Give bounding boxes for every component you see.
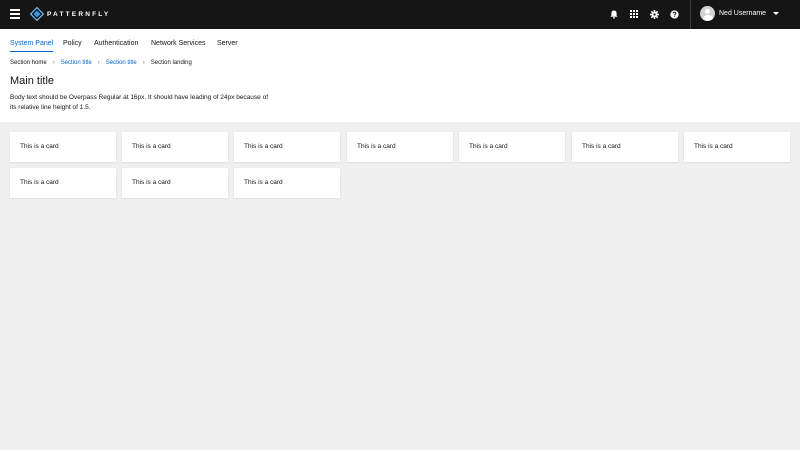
page-title: Main title [10,75,55,87]
caret-down-icon [773,12,780,15]
masthead: PATTERNFLY Ned Username [0,0,800,29]
card[interactable]: This is a card [10,132,116,162]
card-label: This is a card [20,143,59,150]
nav-item-server[interactable]: Server [217,29,238,53]
card-label: This is a card [582,143,621,150]
page-description: Body text should be Overpass Regular at … [10,94,269,111]
card-label: This is a card [244,143,283,150]
card-label: This is a card [20,179,59,186]
user-name: Ned Username [719,10,767,17]
patternfly-logo-icon [30,7,44,21]
card[interactable]: This is a card [459,132,565,162]
nav-item-network-services[interactable]: Network Services [151,29,205,53]
card[interactable]: This is a card [234,168,340,198]
nav-item-policy[interactable]: Policy [63,29,82,53]
breadcrumb-item-section-title-2[interactable]: Section title [106,60,137,66]
breadcrumb-chevron-icon: › [97,60,100,66]
card-label: This is a card [132,143,171,150]
card[interactable]: This is a card [572,132,678,162]
card[interactable]: This is a card [10,168,116,198]
card[interactable]: This is a card [122,168,228,198]
nav-item-system-panel[interactable]: System Panel [10,29,54,53]
horizontal-nav: System Panel Policy Authentication Netwo… [0,29,800,53]
card[interactable]: This is a card [347,132,453,162]
breadcrumb-item-home[interactable]: Section home [10,60,47,66]
card[interactable]: This is a card [234,132,340,162]
user-dropdown[interactable]: Ned Username [700,6,780,21]
brand-name: PATTERNFLY [47,10,111,18]
gear-icon[interactable] [649,9,659,19]
card[interactable]: This is a card [122,132,228,162]
card-label: This is a card [357,143,396,150]
help-icon[interactable] [669,9,679,19]
breadcrumb-item-section-title-1[interactable]: Section title [61,60,92,66]
card[interactable]: This is a card [684,132,790,162]
nav-item-authentication[interactable]: Authentication [94,29,138,53]
hamburger-menu-icon[interactable] [10,9,20,19]
avatar [700,6,715,21]
app-grid-icon[interactable] [629,9,639,19]
breadcrumb-item-current: Section landing [150,60,192,66]
bell-icon[interactable] [609,9,619,19]
card-label: This is a card [469,143,508,150]
breadcrumb: Section home › Section title › Section t… [10,60,192,66]
card-label: This is a card [244,179,283,186]
card-label: This is a card [694,143,733,150]
breadcrumb-chevron-icon: › [142,60,145,66]
card-label: This is a card [132,179,171,186]
page-header-section: Section home › Section title › Section t… [0,53,800,122]
brand-logo[interactable]: PATTERNFLY [30,7,110,21]
masthead-divider [690,0,691,29]
breadcrumb-chevron-icon: › [52,60,55,66]
